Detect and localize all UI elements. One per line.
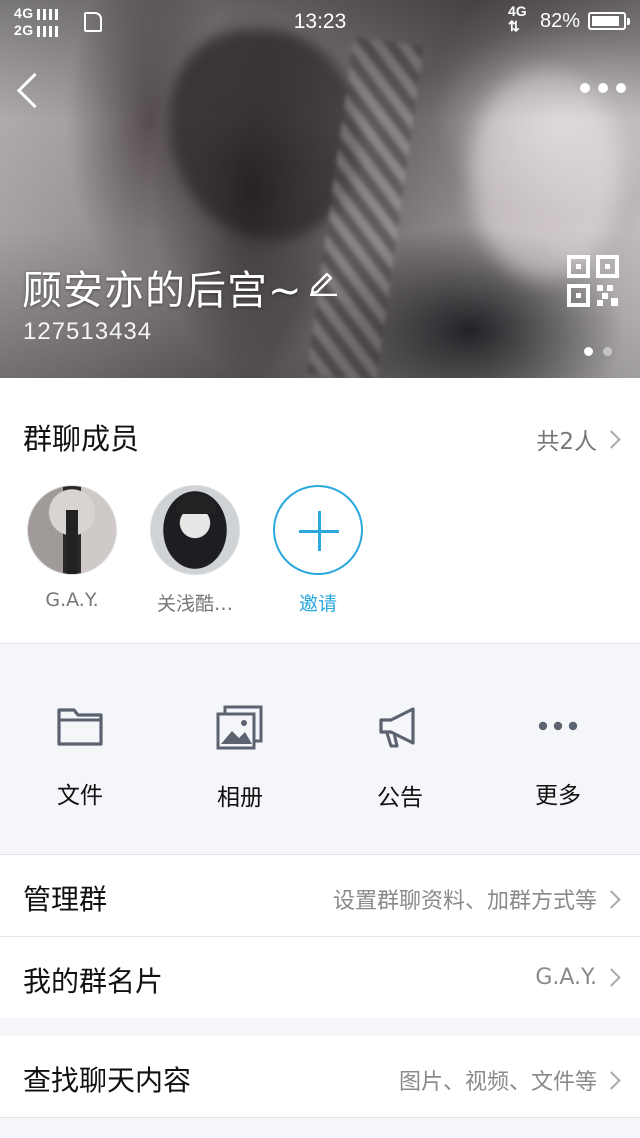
data-arrows-icon: ⇅ xyxy=(508,18,520,34)
folder-icon xyxy=(57,708,103,746)
back-button[interactable] xyxy=(14,68,44,112)
tool-announcement[interactable]: 公告 xyxy=(340,704,460,812)
row-value-text: 图片、视频、文件等 xyxy=(398,1070,597,1095)
member-count-link[interactable]: 共2人 xyxy=(536,422,621,456)
tool-label: 更多 xyxy=(535,783,581,809)
chevron-right-icon xyxy=(602,429,621,449)
qr-code-icon[interactable] xyxy=(567,255,619,307)
dot-icon xyxy=(616,83,626,93)
battery-icon xyxy=(588,12,630,30)
invite-button[interactable]: 邀请 xyxy=(268,485,368,616)
battery-percent: 82% xyxy=(540,10,581,32)
member-item[interactable]: G.A.Y. xyxy=(22,485,122,611)
dot-icon xyxy=(580,83,590,93)
tool-label: 公告 xyxy=(377,785,423,811)
page-dot xyxy=(603,347,612,356)
page-dot-active xyxy=(584,347,593,356)
row-value: 设置群聊资料、加群方式等 xyxy=(332,883,621,915)
group-tools: 文件 相册 公告 更多 xyxy=(0,643,640,855)
row-value-text: 设置群聊资料、加群方式等 xyxy=(332,889,597,914)
more-dots-icon xyxy=(538,721,578,731)
avatar xyxy=(150,485,240,575)
chevron-right-icon xyxy=(602,968,621,987)
cover-page-indicator xyxy=(584,347,612,356)
member-count-label: 共2人 xyxy=(536,429,597,455)
status-bar: 4G 2G 13:23 4G ⇅ 82% xyxy=(0,0,640,44)
row-value-text: G.A.Y. xyxy=(535,965,597,990)
manage-group-row[interactable]: 管理群 设置群聊资料、加群方式等 xyxy=(0,855,640,937)
album-icon xyxy=(216,705,263,750)
members-section: 群聊成员 共2人 G.A.Y. 关浅酷… 邀请 xyxy=(0,378,640,643)
group-name: 顾安亦的后宫~ xyxy=(22,268,303,314)
row-title: 我的群名片 xyxy=(23,965,164,998)
tool-files[interactable]: 文件 xyxy=(20,704,140,810)
tool-label: 相册 xyxy=(217,785,263,811)
megaphone-icon xyxy=(379,707,415,748)
tool-label: 文件 xyxy=(57,783,103,809)
plus-icon xyxy=(273,485,363,575)
row-value: 图片、视频、文件等 xyxy=(398,1064,621,1096)
network-type: 4G ⇅ xyxy=(508,4,527,34)
invite-label: 邀请 xyxy=(298,593,337,615)
group-id: 127513434 xyxy=(23,318,153,345)
row-value: G.A.Y. xyxy=(535,965,621,990)
search-chat-row[interactable]: 查找聊天内容 图片、视频、文件等 xyxy=(0,1036,640,1118)
chevron-right-icon xyxy=(602,1070,621,1090)
my-group-card-row[interactable]: 我的群名片 G.A.Y. xyxy=(0,937,640,1019)
member-item[interactable]: 关浅酷… xyxy=(145,485,245,616)
member-name: 关浅酷… xyxy=(156,593,233,615)
row-title: 查找聊天内容 xyxy=(23,1064,192,1097)
section-divider xyxy=(0,1018,640,1036)
network-label: 4G xyxy=(508,3,527,19)
member-name: G.A.Y. xyxy=(45,589,99,611)
tool-album[interactable]: 相册 xyxy=(180,704,300,812)
chevron-right-icon xyxy=(602,889,621,909)
members-title: 群聊成员 xyxy=(23,422,140,456)
edit-name-icon[interactable] xyxy=(307,268,339,296)
more-options-button[interactable] xyxy=(580,78,626,98)
tool-more[interactable]: 更多 xyxy=(498,704,618,810)
row-title: 管理群 xyxy=(23,883,108,916)
avatar xyxy=(27,485,117,575)
dot-icon xyxy=(598,83,608,93)
